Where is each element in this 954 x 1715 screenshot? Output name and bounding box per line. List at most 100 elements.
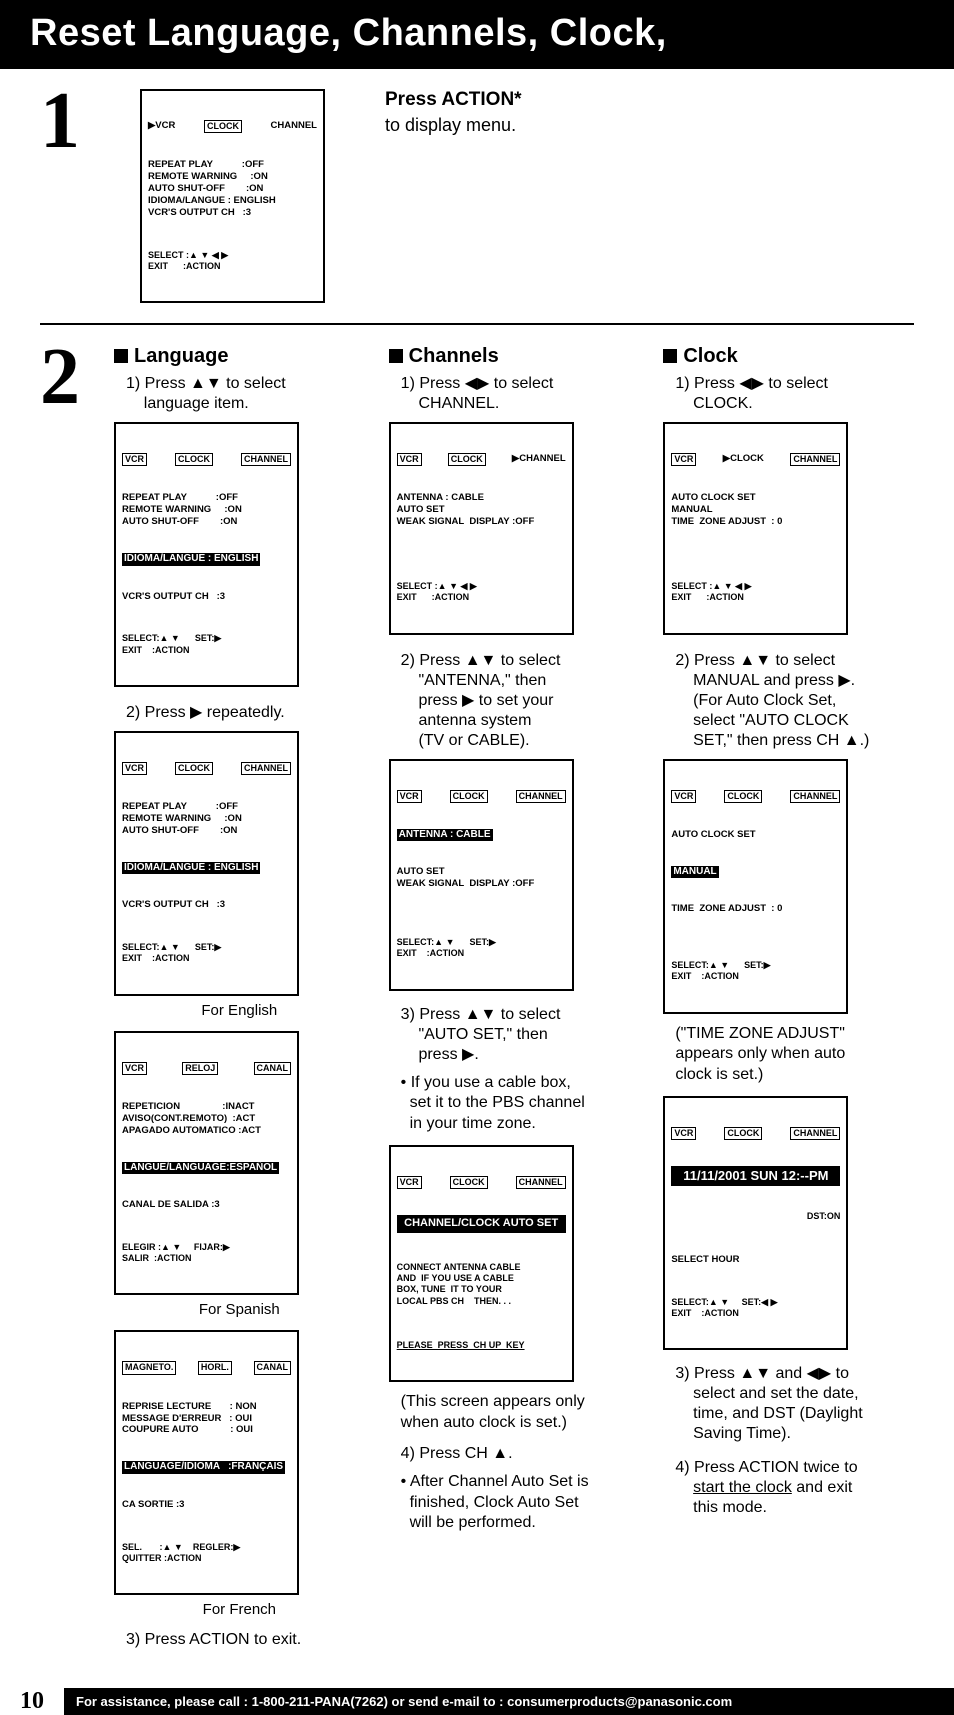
step1-number: 1 bbox=[40, 89, 80, 153]
osd-tab: VCR bbox=[122, 1062, 147, 1075]
osd-footer: ELEGIR :▲ ▼ FIJAR:▶ SALIR :ACTION bbox=[122, 1242, 291, 1265]
ch-step2: 2) Press ▲▼ to select "ANTENNA," then pr… bbox=[401, 651, 640, 751]
osd-footer: SELECT :▲ ▼ ◀ ▶ EXIT :ACTION bbox=[397, 581, 566, 604]
osd-tab: CLOCK bbox=[724, 790, 762, 803]
osd-tab: VCR bbox=[397, 1176, 422, 1189]
osd-highlight: IDIOMA/LANGUE : ENGLISH bbox=[122, 553, 260, 566]
ch-step3: 3) Press ▲▼ to select "AUTO SET," then p… bbox=[401, 1005, 640, 1065]
osd-body: REPRISE LECTURE : NON MESSAGE D'ERREUR :… bbox=[122, 1401, 291, 1437]
step1-osd: ▶VCR CLOCK CHANNEL REPEAT PLAY :OFF REMO… bbox=[140, 89, 325, 303]
osd-tab-vcr: ▶VCR bbox=[148, 120, 175, 133]
osd-body: AUTO SET WEAK SIGNAL DISPLAY :OFF bbox=[397, 866, 566, 890]
ck-osd-a: VCR ▶CLOCK CHANNEL AUTO CLOCK SET MANUAL T… bbox=[663, 422, 848, 634]
osd-tab: CHANNEL bbox=[790, 1127, 840, 1140]
osd-tab: ▶CHANNEL bbox=[512, 453, 566, 466]
osd-highlight: LANGUE/LANGUAGE:ESPAÑOL bbox=[122, 1162, 279, 1175]
osd-tab: HORL. bbox=[198, 1361, 232, 1374]
osd-body: SELECT HOUR bbox=[671, 1254, 840, 1266]
osd-tab: MAGNETO. bbox=[122, 1361, 176, 1374]
osd-body: VCR'S OUTPUT CH :3 bbox=[122, 899, 291, 911]
separator bbox=[40, 323, 914, 325]
osd-tab: VCR bbox=[671, 1127, 696, 1140]
ch-note1: (This screen appears only when auto cloc… bbox=[401, 1392, 640, 1434]
osd-body: REPETICION :INACT AVISO(CONT.REMOTO) :AC… bbox=[122, 1101, 291, 1137]
step2-columns: 2 Language 1) Press ▲▼ to select languag… bbox=[40, 345, 914, 1658]
ck-step2: 2) Press ▲▼ to select MANUAL and press ▶… bbox=[675, 651, 914, 751]
ck-step1: 1) Press ◀▶ to select CLOCK. bbox=[675, 374, 914, 414]
osd-body: AUTO CLOCK SET MANUAL TIME ZONE ADJUST :… bbox=[671, 492, 840, 528]
osd-body: CONNECT ANTENNA CABLE AND IF YOU USE A C… bbox=[397, 1262, 566, 1307]
assistance-bar: For assistance, please call : 1-800-211-… bbox=[64, 1688, 954, 1715]
osd-tab: CHANNEL bbox=[241, 762, 291, 775]
lang-osd-a: VCRCLOCKCHANNEL REPEAT PLAY :OFF REMOTE … bbox=[114, 422, 299, 687]
lang-step2: 2) Press ▶ repeatedly. bbox=[126, 703, 365, 723]
channels-header: Channels bbox=[389, 345, 640, 368]
step2-number-col: 2 bbox=[40, 345, 90, 409]
osd-body: CA SORTIE :3 bbox=[122, 1499, 291, 1511]
ch-bullet2: • After Channel Auto Set is finished, Cl… bbox=[401, 1472, 640, 1534]
osd-footer: SELECT :▲ ▼ ◀ ▶ EXIT :ACTION bbox=[148, 250, 317, 273]
caption-english: For English bbox=[114, 1002, 365, 1019]
ch-osd-a: VCR CLOCK ▶CHANNEL ANTENNA : CABLE AUTO SE… bbox=[389, 422, 574, 634]
osd-footer: SELECT:▲ ▼ SET:▶ EXIT :ACTION bbox=[122, 942, 291, 965]
osd-tab: CLOCK bbox=[448, 453, 486, 466]
ch-step4: 4) Press CH ▲. bbox=[401, 1444, 640, 1464]
clock-header: Clock bbox=[663, 345, 914, 368]
osd-banner: CHANNEL/CLOCK AUTO SET bbox=[397, 1215, 566, 1233]
page-number: 10 bbox=[0, 1688, 64, 1715]
step1-heading: Press ACTION* bbox=[385, 89, 522, 111]
ch-osd-c: VCR CLOCK CHANNEL CHANNEL/CLOCK AUTO SET C… bbox=[389, 1145, 574, 1382]
osd-body: REPEAT PLAY :OFF REMOTE WARNING :ON AUTO… bbox=[122, 801, 291, 837]
osd-footer: SELECT:▲ ▼ SET:▶ EXIT :ACTION bbox=[397, 937, 566, 960]
osd-tab: ▶CLOCK bbox=[723, 453, 764, 466]
step1-sub: to display menu. bbox=[385, 115, 522, 136]
lang-osd-en: VCRCLOCKCHANNEL REPEAT PLAY :OFF REMOTE … bbox=[114, 731, 299, 996]
osd-footer: SELECT:▲ ▼ SET:◀ ▶ EXIT :ACTION bbox=[671, 1297, 840, 1320]
osd-tab: CHANNEL bbox=[790, 453, 840, 466]
ch-osd-b: VCRCLOCKCHANNEL ANTENNA : CABLE AUTO SET… bbox=[389, 759, 574, 991]
osd-footer: SELECT:▲ ▼ SET:▶ EXIT :ACTION bbox=[671, 960, 840, 983]
osd-tab: CLOCK bbox=[175, 453, 213, 466]
lang-step3: 3) Press ACTION to exit. bbox=[126, 1630, 365, 1650]
osd-body: VCR'S OUTPUT CH :3 bbox=[122, 591, 291, 603]
page-footer: 10 For assistance, please call : 1-800-2… bbox=[0, 1688, 954, 1715]
osd-dst: DST:ON bbox=[671, 1211, 840, 1222]
osd-highlight: ANTENNA : CABLE bbox=[397, 829, 493, 842]
osd-tab: VCR bbox=[122, 453, 147, 466]
osd-footer: PLEASE PRESS CH UP KEY bbox=[397, 1340, 566, 1351]
ck-step4: 4) Press ACTION twice to start the clock… bbox=[675, 1458, 914, 1518]
osd-banner: 11/11/2001 SUN 12:--PM bbox=[671, 1166, 840, 1186]
osd-tab: VCR bbox=[122, 762, 147, 775]
caption-french: For French bbox=[114, 1601, 365, 1618]
osd-tab: CHANNEL bbox=[516, 790, 566, 803]
square-icon bbox=[389, 349, 403, 363]
osd-tab: CHANNEL bbox=[790, 790, 840, 803]
ck-note1: ("TIME ZONE ADJUST" appears only when au… bbox=[675, 1024, 914, 1086]
osd-tab: CANAL bbox=[254, 1361, 292, 1374]
osd-tab: VCR bbox=[397, 453, 422, 466]
osd-tab: CLOCK bbox=[450, 1176, 488, 1189]
channels-column: Channels 1) Press ◀▶ to select CHANNEL. … bbox=[389, 345, 640, 1534]
ck-osd-b: VCRCLOCKCHANNEL AUTO CLOCK SET MANUAL TI… bbox=[663, 759, 848, 1014]
content-area: 1 ▶VCR CLOCK CHANNEL REPEAT PLAY :OFF RE… bbox=[0, 69, 954, 1668]
osd-tab: RELOJ bbox=[182, 1062, 218, 1075]
square-icon bbox=[663, 349, 677, 363]
language-column: Language 1) Press ▲▼ to select language … bbox=[114, 345, 365, 1658]
osd-highlight: IDIOMA/LANGUE : ENGLISH bbox=[122, 862, 260, 875]
osd-footer: SELECT:▲ ▼ SET:▶ EXIT :ACTION bbox=[122, 633, 291, 656]
osd-tab: CANAL bbox=[254, 1062, 292, 1075]
step1-text: Press ACTION* to display menu. bbox=[385, 89, 522, 136]
osd-tab: VCR bbox=[671, 790, 696, 803]
osd-footer: SEL. :▲ ▼ REGLER:▶ QUITTER :ACTION bbox=[122, 1542, 291, 1565]
osd-body: TIME ZONE ADJUST : 0 bbox=[671, 903, 840, 915]
osd-highlight: MANUAL bbox=[671, 866, 718, 879]
osd-tab: VCR bbox=[671, 453, 696, 466]
osd-tab: CHANNEL bbox=[516, 1176, 566, 1189]
osd-tab: CHANNEL bbox=[241, 453, 291, 466]
osd-tab: CLOCK bbox=[450, 790, 488, 803]
osd-body: CANAL DE SALIDA :3 bbox=[122, 1199, 291, 1211]
osd-highlight: LANGUAGE/IDIOMA :FRANÇAIS bbox=[122, 1461, 285, 1474]
osd-body: ANTENNA : CABLE AUTO SET WEAK SIGNAL DIS… bbox=[397, 492, 566, 528]
square-icon bbox=[114, 349, 128, 363]
caption-spanish: For Spanish bbox=[114, 1301, 365, 1318]
